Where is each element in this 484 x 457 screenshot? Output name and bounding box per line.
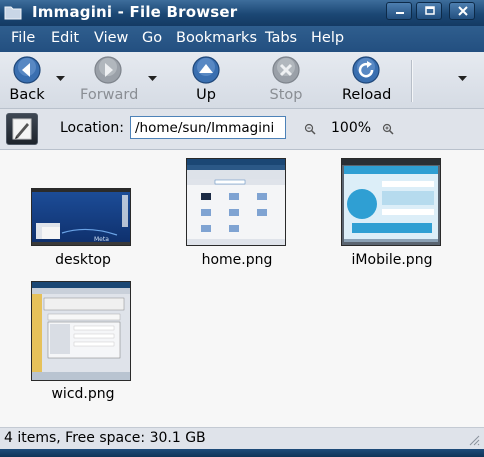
- zoom-in-icon[interactable]: [382, 123, 394, 135]
- maximize-button[interactable]: [416, 2, 442, 20]
- file-thumbnail-home[interactable]: [186, 158, 286, 246]
- file-icon-view[interactable]: Meta desktop home.png iMobile.png wicd.p…: [0, 150, 484, 427]
- status-bar: 4 items, Free space: 30.1 GB: [0, 427, 484, 450]
- folder-icon: [4, 6, 22, 20]
- menu-bar: File Edit View Go Bookmarks Tabs Help: [0, 26, 484, 52]
- location-input[interactable]: [130, 116, 286, 139]
- stop-label: Stop: [269, 87, 303, 103]
- file-thumbnail-wicd[interactable]: [31, 281, 131, 381]
- location-label: Location:: [60, 120, 124, 136]
- toolbar-separator: [411, 60, 413, 102]
- wicd-screenshot-thumbnail: [32, 282, 130, 380]
- close-button[interactable]: [449, 2, 475, 20]
- up-arrow-icon: [192, 56, 220, 84]
- menu-help[interactable]: Help: [311, 30, 344, 46]
- minimize-icon: [396, 12, 404, 14]
- location-bar: Location: 100%: [0, 109, 484, 150]
- menu-go[interactable]: Go: [142, 30, 162, 46]
- title-bar[interactable]: Immagini - File Browser: [0, 0, 484, 26]
- file-name-wicd[interactable]: wicd.png: [51, 386, 114, 402]
- forward-label: Forward: [80, 87, 139, 103]
- toolbar: Back Forward Up Stop Reload: [0, 52, 484, 109]
- up-label: Up: [196, 87, 216, 103]
- minimize-button[interactable]: [386, 2, 412, 20]
- toolbar-overflow-chevron-icon[interactable]: [458, 76, 467, 82]
- forward-history-chevron-icon[interactable]: [148, 76, 157, 82]
- reload-label: Reload: [342, 87, 392, 103]
- forward-arrow-icon: [94, 56, 122, 84]
- file-name-home[interactable]: home.png: [202, 252, 273, 268]
- file-thumbnail-desktop[interactable]: Meta: [31, 188, 131, 246]
- reload-button[interactable]: Reload: [342, 55, 392, 103]
- back-button[interactable]: Back: [8, 55, 46, 103]
- pencil-icon: [12, 118, 32, 140]
- resize-grip-icon[interactable]: [468, 434, 480, 446]
- file-name-desktop[interactable]: desktop: [55, 252, 111, 268]
- back-label: Back: [9, 87, 45, 103]
- imobile-screenshot-thumbnail: [342, 159, 440, 245]
- close-icon: [458, 6, 468, 16]
- back-history-chevron-icon[interactable]: [56, 76, 65, 82]
- window-bottom-border: [0, 449, 484, 457]
- zoom-level[interactable]: 100%: [331, 120, 371, 136]
- file-thumbnail-imobile[interactable]: [341, 158, 441, 246]
- menu-edit[interactable]: Edit: [51, 30, 79, 46]
- up-button[interactable]: Up: [190, 55, 222, 103]
- menu-file[interactable]: File: [11, 30, 35, 46]
- home-screenshot-thumbnail: [187, 159, 285, 245]
- toggle-location-edit-button[interactable]: [6, 113, 38, 145]
- file-name-imobile[interactable]: iMobile.png: [352, 252, 433, 268]
- desktop-screenshot-thumbnail: Meta: [32, 189, 130, 245]
- stop-button[interactable]: Stop: [268, 55, 304, 103]
- stop-icon: [272, 56, 300, 84]
- back-arrow-icon: [13, 56, 41, 84]
- svg-text:Meta: Meta: [94, 236, 109, 243]
- maximize-icon: [425, 6, 435, 15]
- reload-icon: [352, 56, 380, 84]
- window-title: Immagini - File Browser: [32, 3, 238, 21]
- menu-bookmarks[interactable]: Bookmarks: [176, 30, 257, 46]
- menu-view[interactable]: View: [94, 30, 128, 46]
- zoom-out-icon[interactable]: [304, 123, 316, 135]
- status-text: 4 items, Free space: 30.1 GB: [4, 430, 206, 446]
- menu-tabs[interactable]: Tabs: [265, 30, 297, 46]
- forward-button[interactable]: Forward: [80, 55, 139, 103]
